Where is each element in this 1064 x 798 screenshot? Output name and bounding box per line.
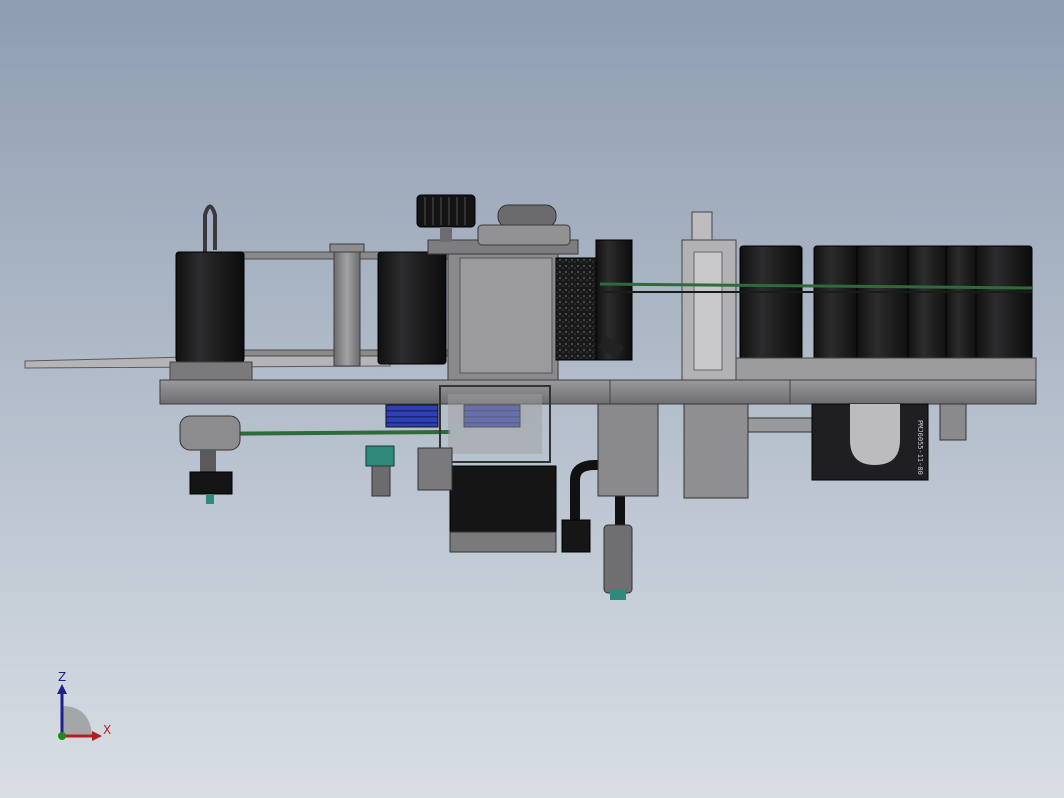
orientation-triad[interactable]: Z X xyxy=(40,668,130,748)
cable-connector-tip xyxy=(610,590,626,600)
rewind-roll-4 xyxy=(907,245,953,361)
rewind-roll-1 xyxy=(739,245,803,361)
connector-teal-small xyxy=(365,445,395,467)
knob-shaft xyxy=(440,227,452,242)
unwind-roll-left xyxy=(175,251,245,363)
main-housing-face xyxy=(459,257,553,374)
x-axis-arrow xyxy=(92,731,102,741)
unwind-roll-middle xyxy=(377,251,447,365)
drive-roller-left xyxy=(385,404,439,428)
center-frame-inner xyxy=(448,394,542,454)
lower-rail xyxy=(747,417,815,433)
vertical-post xyxy=(691,211,713,245)
y-axis-dot xyxy=(58,732,66,740)
z-axis-label: Z xyxy=(58,670,66,684)
rewind-roll-3 xyxy=(856,245,914,361)
support-leg-right xyxy=(939,403,967,441)
cable-plug xyxy=(561,519,591,553)
rewind-roll-6 xyxy=(975,245,1033,361)
support-block-2 xyxy=(683,403,749,499)
z-axis-arrow xyxy=(57,684,67,694)
rewind-roll-5 xyxy=(945,245,981,361)
graphics-viewport[interactable]: PMJ6055-11-00 Z X xyxy=(0,0,1064,798)
main-base-plate xyxy=(159,379,1037,405)
left-motor-block xyxy=(189,471,233,495)
top-cap-collar xyxy=(477,224,571,246)
left-pulley xyxy=(179,415,241,451)
guide-post-1 xyxy=(333,247,361,367)
cable-connector xyxy=(603,524,633,594)
left-motor-stub xyxy=(206,494,214,504)
stepper-motor-end xyxy=(417,447,453,491)
stepper-motor-plate xyxy=(449,531,557,553)
unwind-roll-base xyxy=(169,361,253,383)
right-base-strip xyxy=(735,357,1037,381)
guide-post-1-cap xyxy=(329,243,365,253)
peel-brush xyxy=(555,257,599,361)
support-block-1 xyxy=(597,403,659,497)
top-cap xyxy=(497,204,557,228)
bracket-label: PMJ6055-11-00 xyxy=(916,420,924,475)
labeling-machine-model[interactable]: PMJ6055-11-00 xyxy=(0,0,1064,798)
x-axis-label: X xyxy=(103,723,111,737)
rewind-roll-2 xyxy=(813,245,863,361)
triad-plane-arc xyxy=(62,706,92,736)
connector-teal-body xyxy=(371,465,391,497)
slide-plate-inner xyxy=(693,251,723,371)
bracket-cutout xyxy=(850,404,900,465)
left-pulley-shaft xyxy=(200,450,216,472)
